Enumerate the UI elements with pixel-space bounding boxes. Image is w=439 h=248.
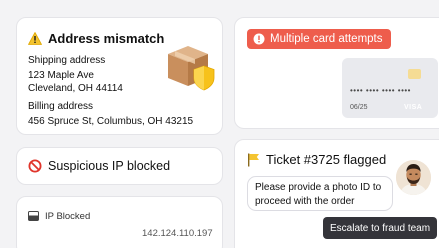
avatar (396, 160, 431, 195)
person-avatar-icon (396, 160, 431, 195)
card-attempts-label: Multiple card attempts (270, 33, 383, 45)
flag-icon (248, 153, 259, 166)
ip-blocked-label: IP Blocked (45, 211, 91, 222)
ticket-header: Ticket #3725 flagged (247, 152, 386, 167)
suspicious-ip-title: Suspicious IP blocked (48, 159, 171, 173)
card-brand: VISA (404, 104, 423, 111)
card-attempts-card: Multiple card attempts •••• •••• •••• ••… (234, 17, 439, 129)
escalate-button[interactable]: Escalate to fraud team (323, 217, 438, 239)
ticket-title: Ticket #3725 flagged (266, 152, 387, 167)
shipping-address-label: Shipping address (28, 55, 106, 66)
blocked-ip-address: 142.124.110.197 (142, 228, 213, 239)
package-shield-illustration (168, 46, 215, 91)
credit-card-illustration: •••• •••• •••• •••• 06/25 VISA (342, 58, 438, 118)
card-expiry: 06/25 (350, 104, 368, 111)
address-mismatch-card: Address mismatch Shipping address 123 Ma… (16, 17, 223, 135)
ticket-flagged-card: Ticket #3725 flagged Please provide a ph… (234, 139, 439, 248)
alert-icon (253, 33, 265, 45)
ip-blocked-card: IP Blocked 142.124.110.197 (16, 196, 223, 248)
card-attempts-alert-pill: Multiple card attempts (247, 29, 391, 49)
warning-icon (28, 32, 42, 45)
message-bubble: Please provide a photo ID to proceed wit… (247, 176, 393, 211)
ban-icon (28, 159, 42, 173)
shipping-address-line1: 123 Maple Ave (28, 70, 94, 81)
monitor-icon (28, 211, 39, 221)
shipping-address-line2: Cleveland, OH 44114 (28, 83, 123, 94)
suspicious-ip-header: Suspicious IP blocked (28, 159, 170, 173)
address-mismatch-header: Address mismatch (28, 31, 164, 46)
card-number: •••• •••• •••• •••• (350, 86, 411, 95)
billing-address-line1: 456 Spruce St, Columbus, OH 43215 (28, 116, 194, 127)
address-mismatch-title: Address mismatch (48, 31, 165, 46)
billing-address-label: Billing address (28, 101, 94, 112)
suspicious-ip-card: Suspicious IP blocked (16, 147, 223, 185)
card-chip (408, 69, 421, 79)
